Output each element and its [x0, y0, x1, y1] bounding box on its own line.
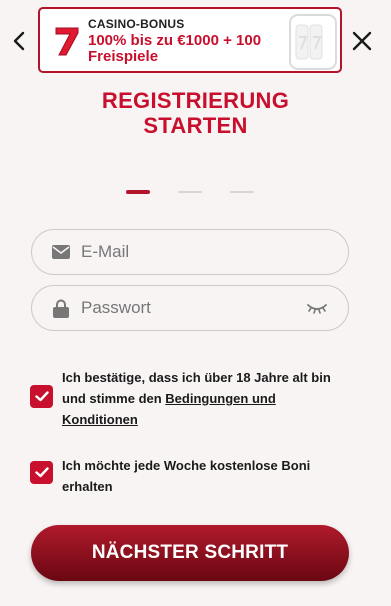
checkmark-icon	[34, 391, 49, 402]
step-3	[230, 191, 254, 193]
envelope-icon	[51, 242, 71, 262]
next-step-button[interactable]: NÄCHSTER SCHRITT	[31, 525, 349, 581]
lock-icon	[51, 298, 71, 318]
email-field[interactable]	[31, 229, 349, 275]
step-indicator	[124, 190, 258, 194]
page-title: REGISTRIERUNG STARTEN	[0, 88, 391, 138]
close-icon	[352, 31, 372, 51]
lucky-seven-icon	[55, 27, 79, 56]
eye-closed-icon[interactable]	[306, 301, 328, 315]
email-input[interactable]	[81, 237, 348, 267]
age-consent-text: Ich bestätige, dass ich über 18 Jahre al…	[62, 367, 352, 430]
step-2	[178, 191, 202, 193]
close-button[interactable]	[347, 26, 377, 56]
banner-kicker: CASINO-BONUS	[88, 17, 185, 31]
back-button[interactable]	[6, 26, 32, 56]
password-field[interactable]	[31, 285, 349, 331]
step-1-active	[126, 190, 150, 194]
casino-bonus-banner[interactable]: CASINO-BONUS 100% bis zu €1000 + 100 Fre…	[38, 7, 342, 73]
newsletter-consent-text: Ich möchte jede Woche kostenlose Boni er…	[62, 458, 311, 494]
password-input[interactable]	[81, 293, 306, 323]
checkmark-icon	[34, 467, 49, 478]
banner-offer-text: 100% bis zu €1000 + 100 Freispiele	[88, 32, 262, 65]
age-consent-checkbox[interactable]	[30, 385, 53, 408]
chevron-left-icon	[13, 31, 25, 51]
newsletter-consent-checkbox[interactable]	[30, 461, 53, 484]
page-title-line-1: REGISTRIERUNG	[101, 88, 290, 113]
slot-machine-icon	[289, 14, 337, 70]
page-title-line-2: STARTEN	[143, 113, 248, 138]
